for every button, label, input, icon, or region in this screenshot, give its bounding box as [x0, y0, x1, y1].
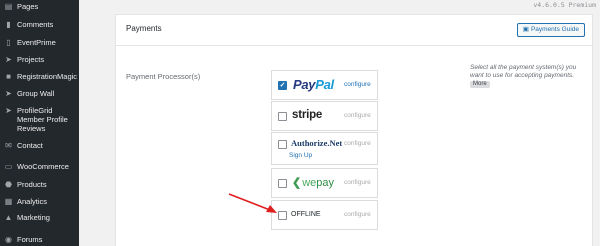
- version-label: v4.6.0.5 Premium: [533, 1, 596, 9]
- card-header: Payments ▣ Payments Guide: [116, 15, 592, 46]
- payments-guide-label: Payments Guide: [530, 26, 579, 33]
- admin-sidebar: ▤ Pages ▮ Comments ▯ EventPrime ➤ Projec…: [0, 0, 79, 246]
- stripe-configure-link[interactable]: configure: [344, 112, 371, 119]
- authorize-net-logo: Authorize.Net: [291, 138, 343, 148]
- projects-icon: ➤: [5, 55, 12, 64]
- profilegrid-icon: ➤: [5, 106, 12, 115]
- contact-icon: ✉: [5, 141, 12, 150]
- page-title: Payments: [126, 24, 162, 33]
- offline-configure-link[interactable]: configure: [344, 211, 371, 218]
- wepay-configure-link[interactable]: configure: [344, 179, 371, 186]
- group-wall-icon: ➤: [5, 89, 12, 98]
- annotation-arrow-line: [228, 193, 271, 211]
- more-link[interactable]: More: [470, 81, 490, 88]
- gateway-authorize-net: Authorize.Net Sign Up configure: [271, 132, 378, 165]
- registrationmagic-icon: ■: [6, 72, 11, 81]
- payment-processor-label: Payment Processor(s): [126, 72, 201, 81]
- authorize-net-signup-link[interactable]: Sign Up: [289, 152, 312, 159]
- authorize-net-checkbox[interactable]: [278, 140, 287, 149]
- sidebar-item-label: RegistrationMagic: [17, 72, 78, 81]
- woocommerce-icon: ▭: [4, 162, 13, 171]
- payments-card: Payments ▣ Payments Guide Payment Process…: [115, 14, 593, 246]
- sidebar-item-label: Comments: [17, 20, 54, 29]
- paypal-logo-part: Pay: [293, 77, 316, 92]
- annotation-arrow: [228, 193, 277, 213]
- wepay-checkbox[interactable]: [278, 179, 287, 188]
- comments-icon: ▮: [6, 20, 11, 29]
- paypal-configure-link[interactable]: configure: [344, 81, 371, 88]
- sidebar-item-label: EventPrime: [17, 38, 56, 47]
- sidebar-item-label: Group Wall: [17, 89, 55, 98]
- sidebar-item-label: Projects: [17, 55, 45, 64]
- gateway-paypal: ✓ PayPal configure: [271, 70, 378, 100]
- stripe-logo: stripe: [292, 109, 323, 121]
- payments-guide-button[interactable]: ▣ Payments Guide: [516, 23, 585, 37]
- pages-icon: ▤: [4, 2, 13, 11]
- wepay-chevron-icon: ❮: [292, 177, 302, 189]
- sidebar-item-label: Products: [17, 180, 47, 189]
- wepay-logo-part: we: [302, 177, 317, 189]
- gateway-wepay: ❮wepay configure: [271, 168, 378, 198]
- authorize-net-configure-link[interactable]: configure: [344, 140, 371, 147]
- analytics-icon: ▦: [4, 197, 13, 206]
- paypal-logo: PayPal: [293, 77, 334, 92]
- sidebar-item-label: ProfileGrid Member Profile Reviews: [17, 106, 68, 133]
- wepay-logo-part: pay: [316, 177, 335, 189]
- paypal-logo-part: Pal: [315, 77, 334, 92]
- eventprime-icon: ▯: [6, 38, 11, 47]
- paypal-checkbox[interactable]: ✓: [278, 81, 287, 90]
- wepay-logo: ❮wepay: [292, 176, 334, 189]
- sidebar-item-label: WooCommerce: [17, 162, 69, 171]
- marketing-icon: ▲: [4, 213, 13, 222]
- gateway-offline: OFFLINE configure: [271, 200, 378, 230]
- products-icon: ⬣: [5, 180, 12, 189]
- offline-label: OFFLINE: [291, 211, 321, 218]
- sidebar-item-label: Forums: [17, 235, 43, 244]
- book-icon: ▣: [522, 26, 529, 33]
- help-text-body: Select all the payment system(s) you wan…: [470, 64, 577, 79]
- forums-icon: ◉: [5, 235, 12, 244]
- sidebar-item-label: Contact: [17, 141, 43, 150]
- sidebar-item-label: Analytics: [17, 197, 48, 206]
- sidebar-item-label: Marketing: [17, 213, 50, 222]
- help-text: Select all the payment system(s) you wan…: [470, 64, 586, 88]
- stripe-checkbox[interactable]: [278, 112, 287, 121]
- gateway-stripe: stripe configure: [271, 101, 378, 131]
- sidebar-item-label: Pages: [17, 2, 39, 11]
